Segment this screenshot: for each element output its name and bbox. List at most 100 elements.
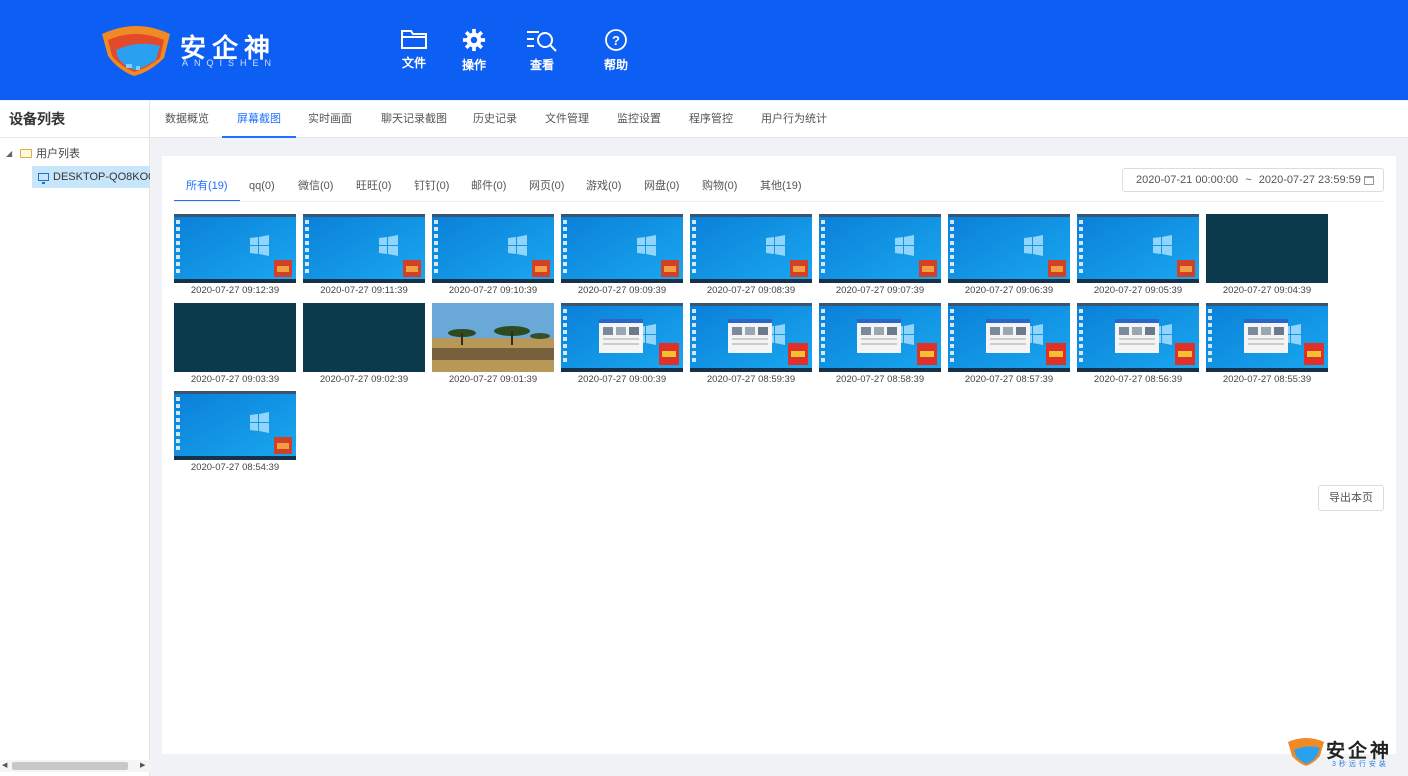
expand-arrow-icon[interactable]: ◢ — [6, 149, 20, 158]
screenshot-time: 2020-07-27 08:57:39 — [964, 374, 1054, 385]
category-email[interactable]: 邮件(0) — [471, 174, 506, 202]
category-dingtalk[interactable]: 钉钉(0) — [414, 174, 449, 202]
scroll-left-icon[interactable]: ◀ — [2, 760, 7, 772]
screenshot-image[interactable] — [1206, 214, 1328, 283]
screenshot-image[interactable] — [174, 391, 296, 460]
tab-screenshots[interactable]: 屏幕截图 — [222, 101, 296, 138]
tab-overview[interactable]: 数据概览 — [150, 101, 224, 138]
screenshot-thumbnail[interactable]: 2020-07-27 09:10:39 — [432, 214, 554, 297]
screenshot-image[interactable] — [948, 214, 1070, 283]
menu-view-label: 查看 — [529, 58, 554, 72]
screenshot-thumbnail[interactable]: 2020-07-27 08:54:39 — [174, 391, 296, 474]
screenshot-time: 2020-07-27 09:11:39 — [320, 285, 408, 296]
screenshot-image[interactable] — [1077, 214, 1199, 283]
screenshot-thumbnail[interactable]: 2020-07-27 09:12:39 — [174, 214, 296, 297]
screenshot-image[interactable] — [819, 214, 941, 283]
scrollbar-thumb[interactable] — [12, 762, 128, 770]
desktop-screenshot-image — [690, 303, 812, 372]
category-all[interactable]: 所有(19) — [174, 174, 240, 202]
screenshot-thumbnail[interactable]: 2020-07-27 09:11:39 — [303, 214, 425, 297]
screenshot-image[interactable] — [819, 303, 941, 372]
tab-history[interactable]: 历史记录 — [458, 101, 532, 138]
screenshot-image[interactable] — [432, 303, 554, 372]
category-netdisk[interactable]: 网盘(0) — [644, 174, 679, 202]
category-web[interactable]: 网页(0) — [529, 174, 564, 202]
screenshot-thumbnail[interactable]: 2020-07-27 09:03:39 — [174, 303, 296, 386]
screenshot-time: 2020-07-27 09:09:39 — [577, 285, 667, 296]
category-other[interactable]: 其他(19) — [760, 174, 802, 202]
date-end: 2020-07-27 23:59:59 — [1258, 174, 1361, 186]
screenshot-image[interactable] — [432, 214, 554, 283]
category-games[interactable]: 游戏(0) — [586, 174, 621, 202]
help-icon: ? — [605, 29, 627, 51]
menu-view-button[interactable]: 查看 — [520, 28, 564, 78]
screenshot-time: 2020-07-27 09:02:39 — [319, 374, 409, 385]
sidebar-horizontal-scrollbar[interactable]: ◀ ▶ — [0, 760, 150, 772]
screenshot-thumbnail[interactable]: 2020-07-27 09:00:39 — [561, 303, 683, 386]
screenshot-thumbnail[interactable]: 2020-07-27 09:06:39 — [948, 214, 1070, 297]
tab-behavior-stats[interactable]: 用户行为统计 — [746, 101, 842, 138]
app-header: 安企神 ANQISHEN 文件 操作 查看 ? 帮助 — [0, 0, 1408, 100]
screenshot-thumbnail[interactable]: 2020-07-27 08:59:39 — [690, 303, 812, 386]
category-qq[interactable]: qq(0) — [249, 174, 275, 202]
screenshot-image[interactable] — [174, 303, 296, 372]
screenshot-thumbnail[interactable]: 2020-07-27 08:55:39 — [1206, 303, 1328, 386]
screenshot-image[interactable] — [948, 303, 1070, 372]
menu-operate-label: 操作 — [461, 58, 486, 72]
screenshot-thumbnail[interactable]: 2020-07-27 09:07:39 — [819, 214, 941, 297]
screenshot-thumbnail[interactable]: 2020-07-27 09:01:39 — [432, 303, 554, 386]
tab-program-control[interactable]: 程序管控 — [674, 101, 748, 138]
screenshot-thumbnail[interactable]: 2020-07-27 09:08:39 — [690, 214, 812, 297]
desktop-screenshot-image — [561, 303, 683, 372]
screenshot-image[interactable] — [303, 214, 425, 283]
scroll-right-icon[interactable]: ▶ — [140, 760, 145, 772]
date-range-picker[interactable]: 2020-07-21 00:00:00 ~ 2020-07-27 23:59:5… — [1122, 168, 1384, 192]
screenshot-thumbnail[interactable]: 2020-07-27 09:09:39 — [561, 214, 683, 297]
tab-realtime[interactable]: 实时画面 — [293, 101, 367, 138]
category-wangwang[interactable]: 旺旺(0) — [356, 174, 391, 202]
tree-root-users[interactable]: ◢ 用户列表 — [6, 145, 80, 161]
screenshot-image[interactable] — [561, 303, 683, 372]
screenshot-time: 2020-07-27 09:04:39 — [1222, 285, 1312, 296]
brand-subtitle: ANQISHEN — [182, 58, 278, 68]
tab-monitor-settings[interactable]: 监控设置 — [602, 101, 676, 138]
screenshot-thumbnail[interactable]: 2020-07-27 08:58:39 — [819, 303, 941, 386]
screenshot-thumbnail[interactable]: 2020-07-27 09:04:39 — [1206, 214, 1328, 297]
dark-screen-image — [1206, 214, 1328, 283]
screenshot-thumbnail[interactable]: 2020-07-27 08:57:39 — [948, 303, 1070, 386]
menu-help-button[interactable]: ? 帮助 — [594, 28, 638, 78]
screenshot-time: 2020-07-27 08:55:39 — [1222, 374, 1312, 385]
device-label: DESKTOP-QO8KO0 — [53, 171, 150, 183]
screenshot-time: 2020-07-27 09:08:39 — [706, 285, 796, 296]
tab-chat-screenshots[interactable]: 聊天记录截图 — [366, 101, 462, 138]
screenshot-time: 2020-07-27 08:54:39 — [190, 462, 280, 473]
sidebar-title: 设备列表 — [0, 101, 149, 138]
tree-root-label: 用户列表 — [36, 148, 80, 160]
menu-file-label: 文件 — [401, 56, 426, 70]
menu-operate-button[interactable]: 操作 — [452, 28, 496, 78]
tab-file-management[interactable]: 文件管理 — [530, 101, 604, 138]
screenshot-thumbnail[interactable]: 2020-07-27 08:56:39 — [1077, 303, 1199, 386]
device-sidebar: 设备列表 ◢ 用户列表 DESKTOP-QO8KO0 — [0, 101, 150, 776]
screenshot-image[interactable] — [690, 303, 812, 372]
screenshot-image[interactable] — [690, 214, 812, 283]
screenshot-panel: 所有(19) qq(0) 微信(0) 旺旺(0) 钉钉(0) 邮件(0) 网页(… — [162, 156, 1396, 754]
category-shopping[interactable]: 购物(0) — [702, 174, 737, 202]
screenshot-time: 2020-07-27 09:01:39 — [448, 374, 538, 385]
calendar-icon — [1364, 176, 1374, 185]
gear-icon — [462, 28, 486, 52]
screenshot-thumbnail[interactable]: 2020-07-27 09:02:39 — [303, 303, 425, 386]
screenshot-thumbnail[interactable]: 2020-07-27 09:05:39 — [1077, 214, 1199, 297]
export-page-button[interactable]: 导出本页 — [1318, 485, 1384, 511]
brand-logo: 安企神 ANQISHEN — [98, 20, 288, 80]
desktop-screenshot-image — [948, 214, 1070, 283]
screenshot-image[interactable] — [303, 303, 425, 372]
screenshot-image[interactable] — [1206, 303, 1328, 372]
tree-node-device[interactable]: DESKTOP-QO8KO0 — [32, 166, 150, 188]
screenshot-image[interactable] — [1077, 303, 1199, 372]
category-wechat[interactable]: 微信(0) — [298, 174, 333, 202]
menu-file-button[interactable]: 文件 — [392, 28, 436, 78]
screenshot-image[interactable] — [174, 214, 296, 283]
screenshot-image[interactable] — [561, 214, 683, 283]
desktop-screenshot-image — [174, 214, 296, 283]
